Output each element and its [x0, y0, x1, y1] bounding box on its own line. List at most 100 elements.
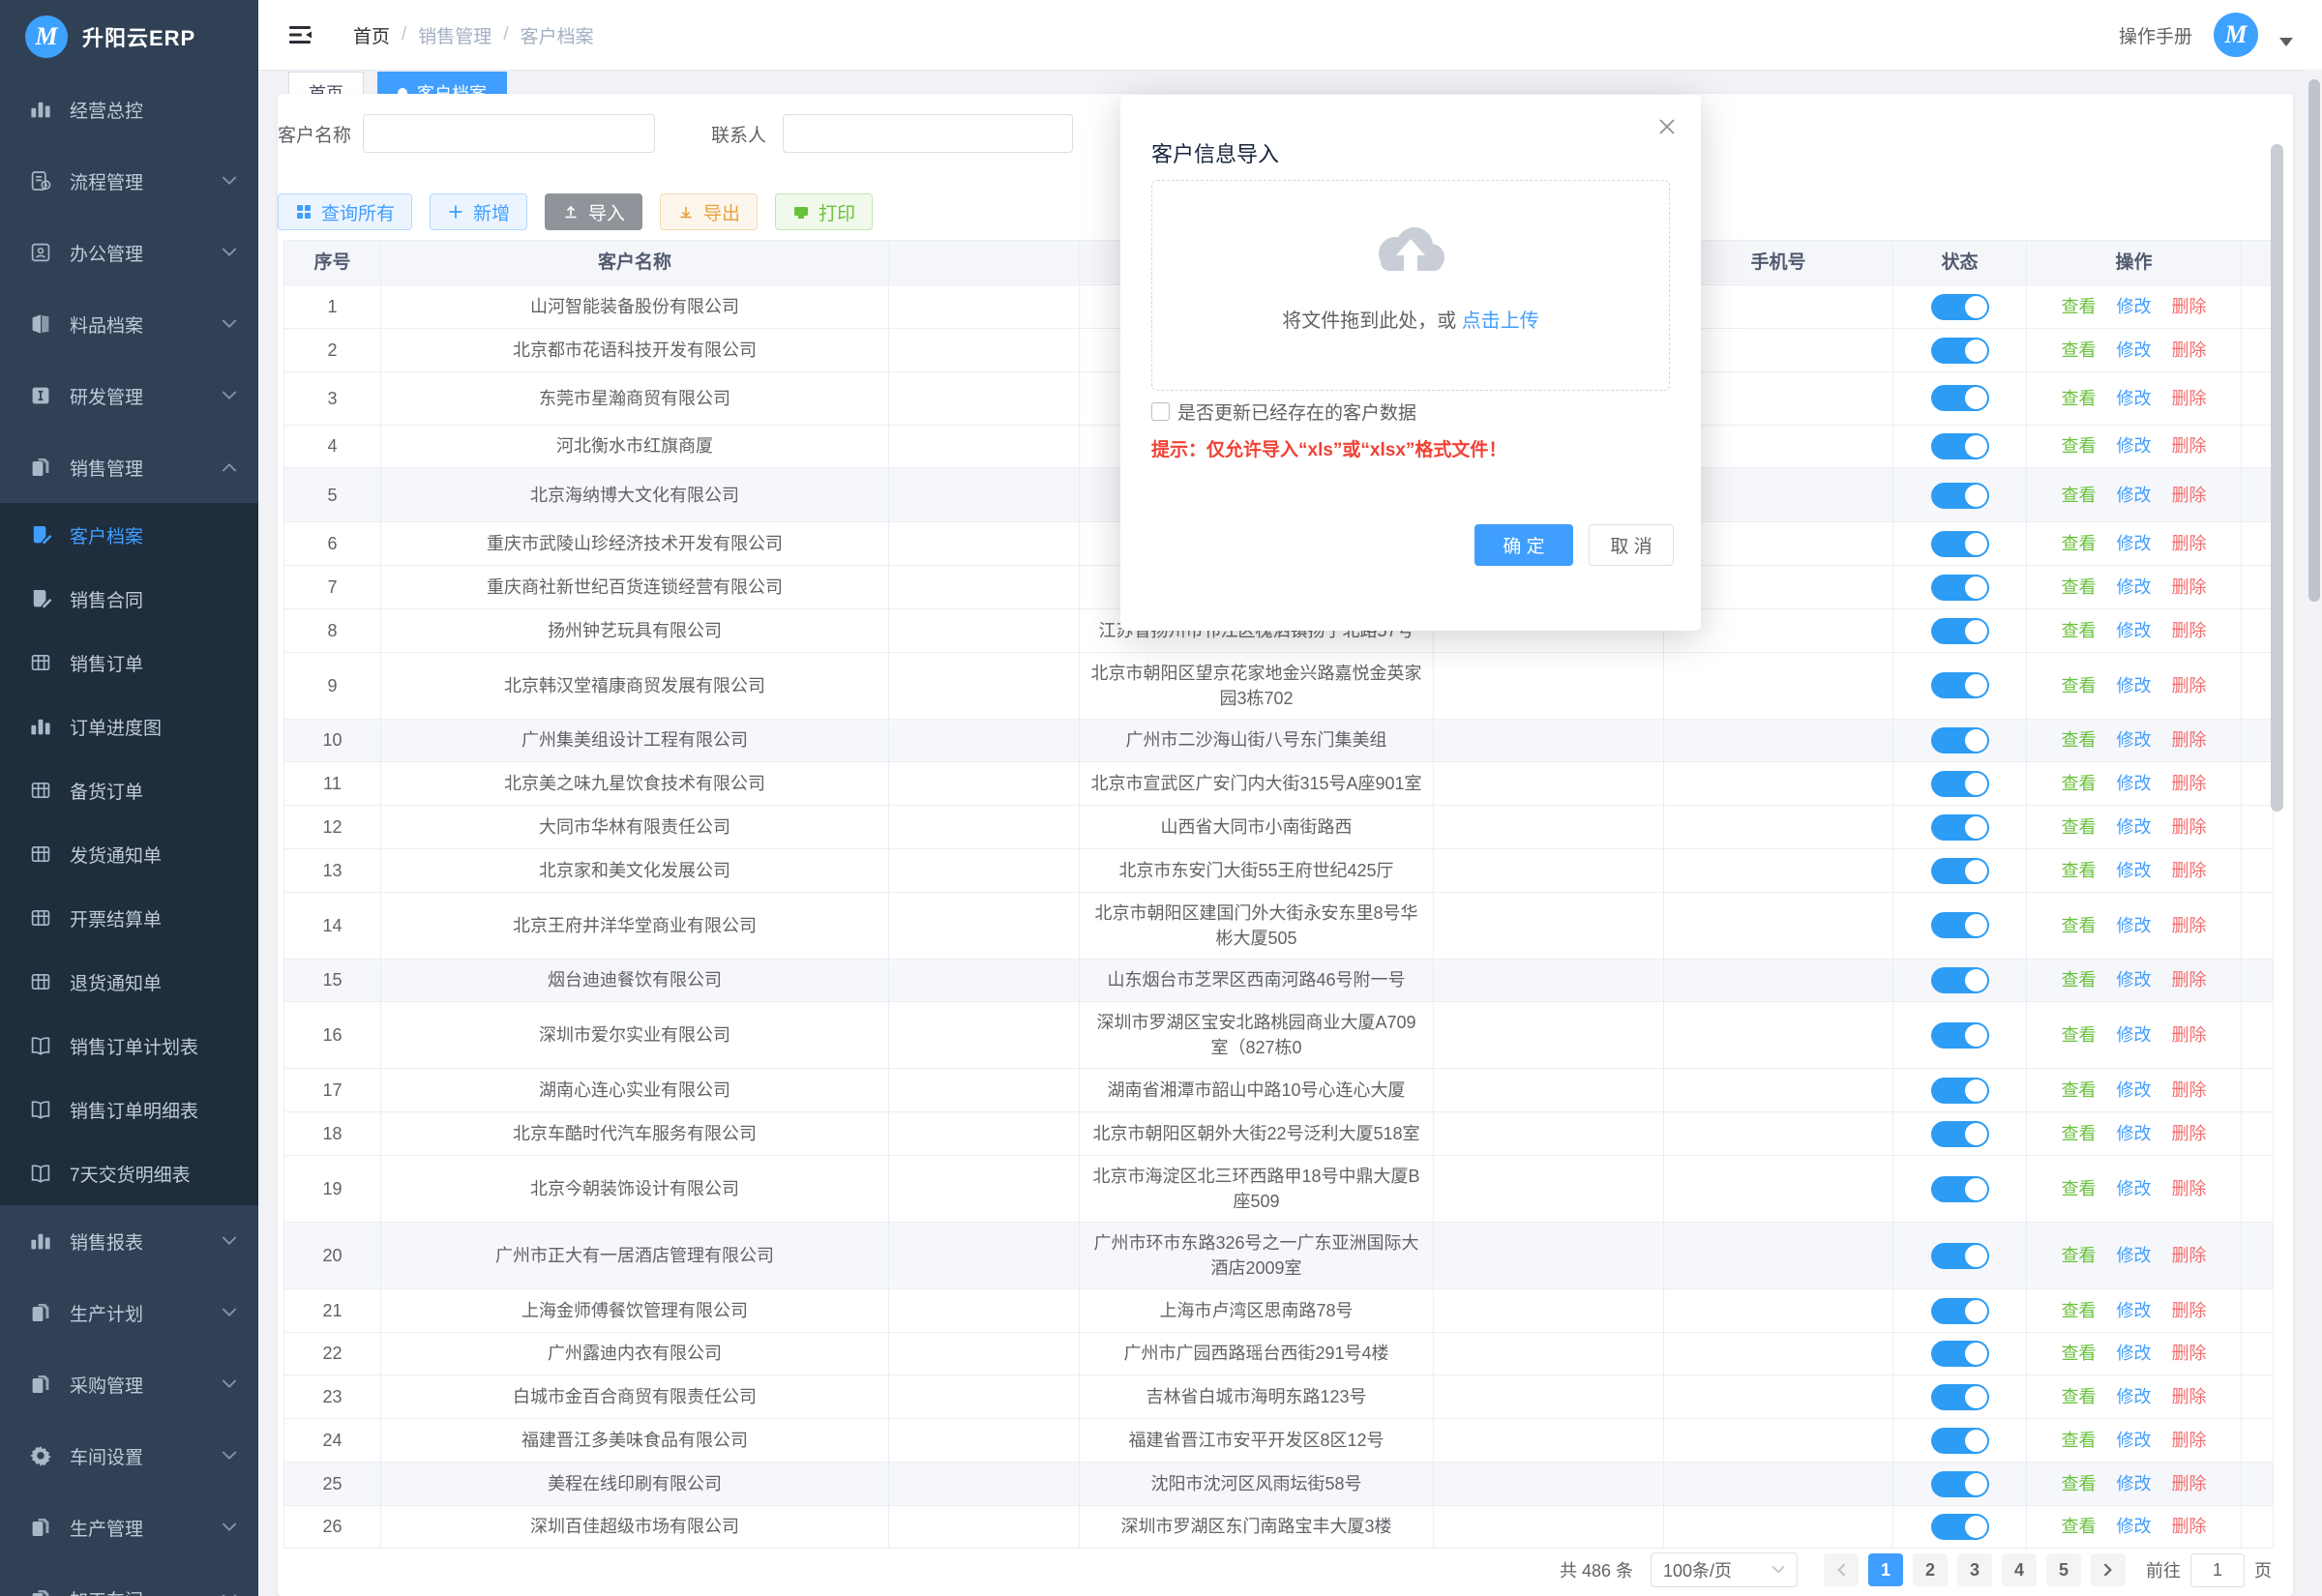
- prev-page-button[interactable]: [1824, 1553, 1859, 1586]
- view-link[interactable]: 查看: [2061, 1124, 2096, 1143]
- status-toggle[interactable]: [1931, 618, 1989, 644]
- sidebar-item-退货通知单[interactable]: 退货通知单: [0, 950, 258, 1014]
- status-toggle[interactable]: [1931, 727, 1989, 754]
- contact-input[interactable]: [783, 114, 1073, 153]
- edit-link[interactable]: 修改: [2117, 1179, 2152, 1198]
- edit-link[interactable]: 修改: [2117, 1344, 2152, 1363]
- cancel-button[interactable]: 取 消: [1589, 524, 1674, 566]
- table-scrollbar[interactable]: [2271, 144, 2283, 812]
- edit-link[interactable]: 修改: [2117, 774, 2152, 793]
- sidebar-item-发货通知单[interactable]: 发货通知单: [0, 822, 258, 886]
- delete-link[interactable]: 删除: [2172, 577, 2207, 597]
- status-toggle[interactable]: [1931, 1384, 1989, 1410]
- delete-link[interactable]: 删除: [2172, 1246, 2207, 1265]
- edit-link[interactable]: 修改: [2117, 436, 2152, 456]
- delete-link[interactable]: 删除: [2172, 1025, 2207, 1045]
- view-link[interactable]: 查看: [2061, 1517, 2096, 1536]
- edit-link[interactable]: 修改: [2117, 1124, 2152, 1143]
- view-link[interactable]: 查看: [2061, 297, 2096, 316]
- delete-link[interactable]: 删除: [2172, 436, 2207, 456]
- status-toggle[interactable]: [1931, 1022, 1989, 1049]
- status-toggle[interactable]: [1931, 967, 1989, 993]
- collapse-menu-icon[interactable]: [287, 22, 313, 47]
- view-link[interactable]: 查看: [2061, 970, 2096, 990]
- sidebar-item-客户档案[interactable]: 客户档案: [0, 503, 258, 567]
- status-toggle[interactable]: [1931, 1243, 1989, 1269]
- edit-link[interactable]: 修改: [2117, 486, 2152, 505]
- delete-link[interactable]: 删除: [2172, 1517, 2207, 1536]
- delete-link[interactable]: 删除: [2172, 486, 2207, 505]
- delete-link[interactable]: 删除: [2172, 774, 2207, 793]
- edit-link[interactable]: 修改: [2117, 730, 2152, 750]
- delete-link[interactable]: 删除: [2172, 916, 2207, 935]
- sidebar-item-销售订单[interactable]: 销售订单: [0, 631, 258, 695]
- user-menu-caret-icon[interactable]: [2279, 38, 2293, 46]
- status-toggle[interactable]: [1931, 912, 1989, 938]
- sidebar-item-备货订单[interactable]: 备货订单: [0, 758, 258, 822]
- delete-link[interactable]: 删除: [2172, 1080, 2207, 1100]
- status-toggle[interactable]: [1931, 483, 1989, 509]
- delete-link[interactable]: 删除: [2172, 1387, 2207, 1406]
- page-size-select[interactable]: 100条/页: [1651, 1552, 1798, 1587]
- edit-link[interactable]: 修改: [2117, 861, 2152, 880]
- view-link[interactable]: 查看: [2061, 389, 2096, 408]
- view-link[interactable]: 查看: [2061, 1246, 2096, 1265]
- edit-link[interactable]: 修改: [2117, 1246, 2152, 1265]
- delete-link[interactable]: 删除: [2172, 297, 2207, 316]
- next-page-button[interactable]: [2091, 1553, 2126, 1586]
- delete-link[interactable]: 删除: [2172, 389, 2207, 408]
- sidebar-item-采购管理[interactable]: 采购管理: [0, 1348, 258, 1420]
- view-link[interactable]: 查看: [2061, 577, 2096, 597]
- manual-link[interactable]: 操作手册: [2119, 22, 2192, 48]
- view-link[interactable]: 查看: [2061, 1387, 2096, 1406]
- view-link[interactable]: 查看: [2061, 1179, 2096, 1198]
- edit-link[interactable]: 修改: [2117, 297, 2152, 316]
- view-link[interactable]: 查看: [2061, 1301, 2096, 1320]
- edit-link[interactable]: 修改: [2117, 1517, 2152, 1536]
- 查询所有-button[interactable]: 查询所有: [278, 193, 412, 230]
- 导入-button[interactable]: 导入: [545, 193, 642, 230]
- delete-link[interactable]: 删除: [2172, 1301, 2207, 1320]
- page-scrollbar-thumb[interactable]: [2308, 79, 2320, 602]
- delete-link[interactable]: 删除: [2172, 1179, 2207, 1198]
- page-button-2[interactable]: 2: [1913, 1553, 1948, 1586]
- delete-link[interactable]: 删除: [2172, 1474, 2207, 1493]
- status-toggle[interactable]: [1931, 531, 1989, 557]
- status-toggle[interactable]: [1931, 1176, 1989, 1202]
- breadcrumb-home[interactable]: 首页: [353, 22, 390, 48]
- delete-link[interactable]: 删除: [2172, 621, 2207, 640]
- view-link[interactable]: 查看: [2061, 817, 2096, 837]
- sidebar-item-订单进度图[interactable]: 订单进度图: [0, 695, 258, 758]
- delete-link[interactable]: 删除: [2172, 340, 2207, 360]
- delete-link[interactable]: 删除: [2172, 534, 2207, 553]
- status-toggle[interactable]: [1931, 672, 1989, 698]
- sidebar-item-流程管理[interactable]: 流程管理: [0, 145, 258, 217]
- status-toggle[interactable]: [1931, 1298, 1989, 1324]
- sidebar-item-销售管理[interactable]: 销售管理: [0, 431, 258, 503]
- delete-link[interactable]: 删除: [2172, 861, 2207, 880]
- delete-link[interactable]: 删除: [2172, 1124, 2207, 1143]
- sidebar-item-经营总控[interactable]: 经营总控: [0, 74, 258, 145]
- edit-link[interactable]: 修改: [2117, 1301, 2152, 1320]
- sidebar-item-办公管理[interactable]: 办公管理: [0, 217, 258, 288]
- page-button-3[interactable]: 3: [1957, 1553, 1992, 1586]
- view-link[interactable]: 查看: [2061, 436, 2096, 456]
- sidebar-item-研发管理[interactable]: 研发管理: [0, 360, 258, 431]
- delete-link[interactable]: 删除: [2172, 970, 2207, 990]
- delete-link[interactable]: 删除: [2172, 676, 2207, 695]
- page-scrollbar-track[interactable]: [2307, 70, 2322, 1596]
- upload-dropzone[interactable]: 将文件拖到此处，或 点击上传: [1151, 180, 1670, 391]
- view-link[interactable]: 查看: [2061, 340, 2096, 360]
- sidebar-item-销售订单计划表[interactable]: 销售订单计划表: [0, 1014, 258, 1078]
- 新增-button[interactable]: 新增: [430, 193, 527, 230]
- edit-link[interactable]: 修改: [2117, 1080, 2152, 1100]
- sidebar-item-7天交货明细表[interactable]: 7天交货明细表: [0, 1141, 258, 1205]
- page-button-1[interactable]: 1: [1868, 1553, 1903, 1586]
- edit-link[interactable]: 修改: [2117, 577, 2152, 597]
- status-toggle[interactable]: [1931, 1078, 1989, 1104]
- view-link[interactable]: 查看: [2061, 621, 2096, 640]
- view-link[interactable]: 查看: [2061, 534, 2096, 553]
- view-link[interactable]: 查看: [2061, 1080, 2096, 1100]
- avatar[interactable]: M: [2214, 13, 2258, 57]
- sidebar-item-销售报表[interactable]: 销售报表: [0, 1205, 258, 1277]
